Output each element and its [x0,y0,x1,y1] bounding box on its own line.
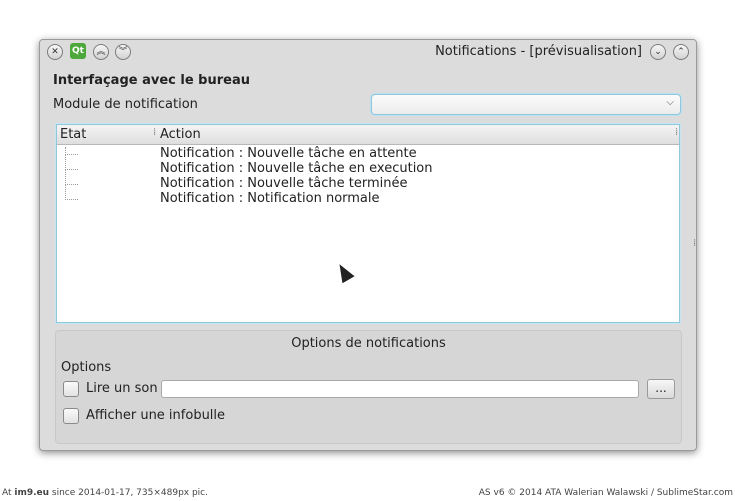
column-separator[interactable]: ⁞ [153,127,156,138]
splitter-grip-icon[interactable]: ⁞ [693,238,696,249]
column-header-action[interactable]: Action [160,127,201,142]
footer-left: At im9.eu since 2014-01-17, 735×489px pi… [2,488,208,498]
tree-row[interactable]: Notification : Notification normale [160,191,380,206]
column-header-state[interactable]: Etat [60,127,86,142]
keep-above-icon[interactable]: ︽ [93,44,109,60]
column-separator[interactable]: ⁞ [675,127,678,138]
notification-module-select[interactable]: ⌵ [371,94,681,115]
keep-below-icon[interactable]: ︾ [115,44,131,60]
group-title: Options de notifications [291,336,446,351]
options-label: Options [61,360,112,375]
tree-row[interactable]: Notification : Nouvelle tâche en executi… [160,161,433,176]
module-label: Module de notification [53,97,198,112]
footer-info: since 2014-01-17, 735×489px pic. [49,488,208,498]
section-title: Interfaçage avec le bureau [53,73,250,88]
title-bar[interactable]: ✕ Qt ︽ ︾ Notifications - [prévisualisati… [40,40,696,64]
qt-app-icon[interactable]: Qt [70,43,86,59]
play-sound-label[interactable]: Lire un son [86,381,158,396]
tree-branch-line [65,169,78,185]
footer-prefix: At [2,488,15,498]
notification-settings-window: ✕ Qt ︽ ︾ Notifications - [prévisualisati… [39,39,697,451]
tree-header: Etat ⁞ Action ⁞ [57,125,679,145]
footer-site-link[interactable]: im9.eu [14,488,49,498]
show-tooltip-label[interactable]: Afficher une infobulle [86,408,225,423]
notification-tree[interactable]: Etat ⁞ Action ⁞ Notification : Nouvelle … [56,124,680,323]
show-tooltip-checkbox[interactable] [63,408,79,424]
sound-path-input[interactable] [161,380,639,398]
play-sound-checkbox[interactable] [63,381,79,397]
tree-row[interactable]: Notification : Nouvelle tâche en attente [160,146,417,161]
tree-branch-line [65,184,78,200]
close-icon[interactable]: ✕ [47,44,63,60]
maximize-icon[interactable]: ⌃ [673,44,689,60]
tree-row[interactable]: Notification : Nouvelle tâche terminée [160,176,408,191]
image-host-footer: At im9.eu since 2014-01-17, 735×489px pi… [0,487,735,501]
chevron-down-icon: ⌵ [666,97,674,108]
footer-right: AS v6 © 2014 ATA Walerian Walawski / Sub… [478,488,733,498]
tree-branch-line [65,154,78,170]
window-title: Notifications - [prévisualisation] [435,44,642,59]
browse-button[interactable]: ... [647,379,675,399]
notification-options-group: Options de notifications Options Lire un… [55,330,682,444]
minimize-icon[interactable]: ⌄ [650,44,666,60]
